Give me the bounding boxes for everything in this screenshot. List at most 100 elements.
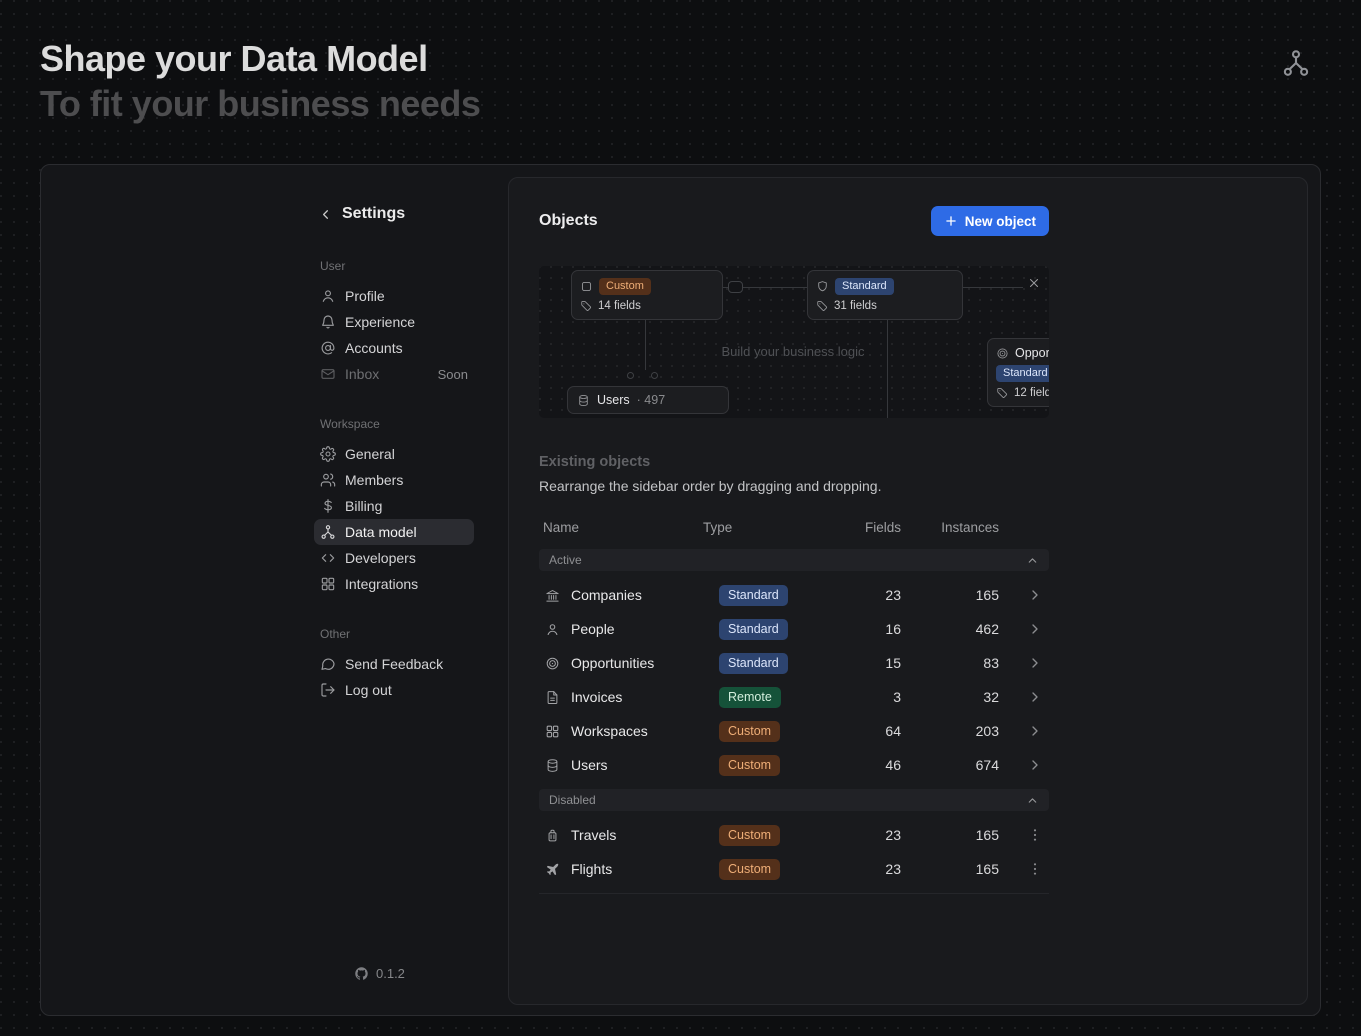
fields-count: 64 <box>815 723 901 739</box>
group-label: Active <box>549 553 582 567</box>
section-label-other: Other <box>314 627 484 641</box>
data-model-canvas[interactable]: Custom 14 fields Standard 31 fields Buil… <box>539 266 1049 418</box>
object-name: Companies <box>571 587 642 603</box>
sidebar-item-experience[interactable]: Experience <box>314 309 474 335</box>
instances-count: 165 <box>901 861 1005 877</box>
target-icon <box>996 347 1009 360</box>
chevron-right-icon[interactable] <box>1027 655 1043 671</box>
table-row-flights[interactable]: Flights Custom 23 165 <box>539 852 1049 886</box>
app-version: 0.1.2 <box>354 966 405 981</box>
chevron-right-icon[interactable] <box>1027 621 1043 637</box>
data-model-logo-icon <box>1281 48 1311 78</box>
instances-count: 203 <box>901 723 1005 739</box>
sidebar-item-members[interactable]: Members <box>314 467 474 493</box>
object-name: Travels <box>571 827 616 843</box>
sidebar-item-inbox[interactable]: Inbox Soon <box>314 361 474 387</box>
target-icon <box>545 656 560 671</box>
grid-icon <box>545 724 560 739</box>
sidebar-item-integrations[interactable]: Integrations <box>314 571 474 597</box>
section-label-user: User <box>314 259 484 273</box>
data-model-icon <box>320 524 336 540</box>
close-icon[interactable] <box>1027 276 1041 290</box>
table-row-invoices[interactable]: Invoices Remote 3 32 <box>539 680 1049 714</box>
at-sign-icon <box>320 340 336 356</box>
shield-icon <box>816 280 829 293</box>
bell-icon <box>320 314 336 330</box>
canvas-node-custom[interactable]: Custom 14 fields <box>571 270 723 320</box>
sidebar-item-label: Inbox <box>345 366 379 382</box>
database-icon <box>545 758 560 773</box>
table-row-workspaces[interactable]: Workspaces Custom 64 203 <box>539 714 1049 748</box>
object-name: Invoices <box>571 689 622 705</box>
chevron-right-icon[interactable] <box>1027 757 1043 773</box>
connector-line <box>645 320 646 370</box>
sidebar-item-billing[interactable]: Billing <box>314 493 474 519</box>
hero-heading: Shape your Data Model To fit your busine… <box>40 36 480 126</box>
fields-count: 23 <box>815 587 901 603</box>
chevron-right-icon[interactable] <box>1027 587 1043 603</box>
connector-dot <box>651 372 658 379</box>
instances-count: 165 <box>901 827 1005 843</box>
node-name: Opportunities <box>1015 346 1049 360</box>
connector-line <box>963 287 1023 288</box>
object-name: Flights <box>571 861 612 877</box>
page-title: Shape your Data Model <box>40 36 480 81</box>
type-badge: Standard <box>719 653 788 674</box>
settings-window: Settings User Profile Experience Account… <box>40 164 1321 1016</box>
tag-icon <box>816 300 828 312</box>
tag-icon <box>996 387 1008 399</box>
github-icon <box>354 966 369 981</box>
fields-count: 12 fields <box>1014 387 1049 399</box>
logout-icon <box>320 682 336 698</box>
fields-count: 23 <box>815 827 901 843</box>
sidebar-item-general[interactable]: General <box>314 441 474 467</box>
canvas-node-opportunities[interactable]: Opportunities Standard 12 fields <box>987 338 1049 407</box>
code-icon <box>320 550 336 566</box>
canvas-node-users[interactable]: Users · 497 <box>567 386 729 414</box>
dots-vertical-icon[interactable] <box>1027 827 1043 843</box>
new-object-label: New object <box>965 214 1036 229</box>
sidebar-item-data-model[interactable]: Data model <box>314 519 474 545</box>
sidebar-item-label: Members <box>345 472 403 488</box>
type-badge: Standard <box>719 585 788 606</box>
instances-count: 83 <box>901 655 1005 671</box>
table-row-travels[interactable]: Travels Custom 23 165 <box>539 818 1049 852</box>
table-row-opportunities[interactable]: Opportunities Standard 15 83 <box>539 646 1049 680</box>
sidebar-item-profile[interactable]: Profile <box>314 283 474 309</box>
settings-sidebar: Settings User Profile Experience Account… <box>314 205 484 703</box>
chevron-up-icon <box>1026 554 1039 567</box>
table-divider <box>539 893 1049 894</box>
tag-icon <box>580 300 592 312</box>
plus-icon <box>944 214 958 228</box>
group-header-disabled[interactable]: Disabled <box>539 789 1049 811</box>
sidebar-item-developers[interactable]: Developers <box>314 545 474 571</box>
objects-panel: Objects New object Custom 1 <box>508 177 1308 1005</box>
standard-badge: Standard <box>835 278 894 295</box>
grid-icon <box>320 576 336 592</box>
custom-badge: Custom <box>599 278 651 295</box>
plane-icon <box>545 862 560 877</box>
table-row-users[interactable]: Users Custom 46 674 <box>539 748 1049 782</box>
version-label: 0.1.2 <box>376 966 405 981</box>
luggage-icon <box>545 828 560 843</box>
settings-back-button[interactable]: Settings <box>314 205 484 223</box>
fields-count: 23 <box>815 861 901 877</box>
canvas-node-standard[interactable]: Standard 31 fields <box>807 270 963 320</box>
sidebar-item-send-feedback[interactable]: Send Feedback <box>314 651 474 677</box>
type-badge: Custom <box>719 721 780 742</box>
type-badge: Custom <box>719 825 780 846</box>
sidebar-item-label: Accounts <box>345 340 403 356</box>
chevron-right-icon[interactable] <box>1027 723 1043 739</box>
chevron-right-icon[interactable] <box>1027 689 1043 705</box>
new-object-button[interactable]: New object <box>931 206 1049 236</box>
table-row-companies[interactable]: Companies Standard 23 165 <box>539 578 1049 612</box>
group-header-active[interactable]: Active <box>539 549 1049 571</box>
type-badge: Remote <box>719 687 781 708</box>
column-type: Type <box>703 520 815 535</box>
fields-count: 15 <box>815 655 901 671</box>
sidebar-item-log-out[interactable]: Log out <box>314 677 474 703</box>
dots-vertical-icon[interactable] <box>1027 861 1043 877</box>
table-row-people[interactable]: People Standard 16 462 <box>539 612 1049 646</box>
connector-port <box>728 281 743 293</box>
sidebar-item-accounts[interactable]: Accounts <box>314 335 474 361</box>
